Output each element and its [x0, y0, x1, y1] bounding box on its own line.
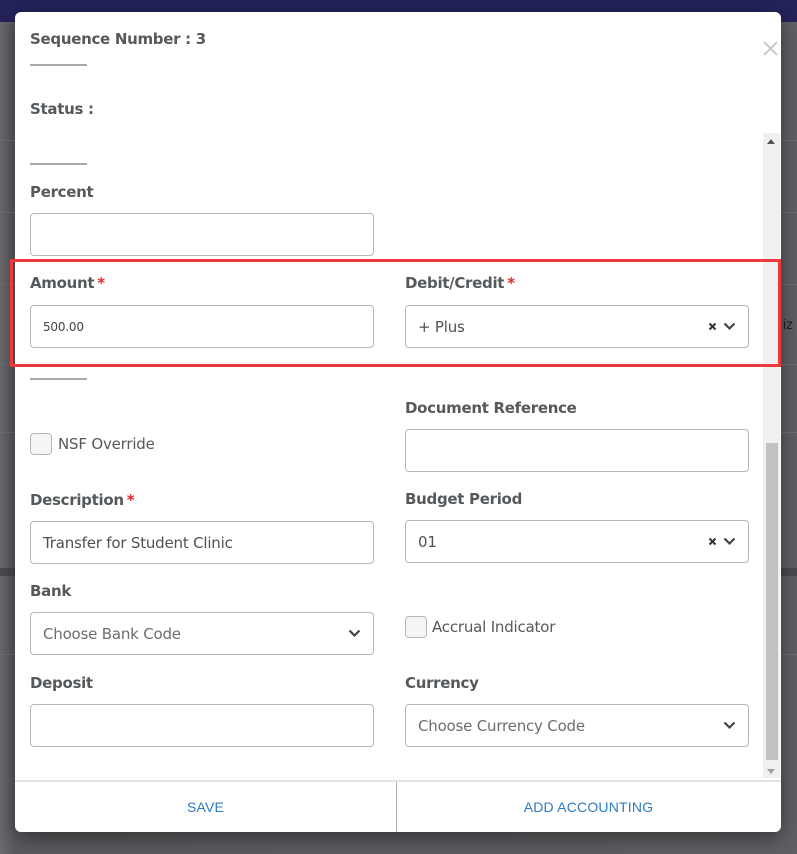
debit-credit-select[interactable]: + Plus [405, 305, 749, 348]
select-icons [708, 521, 736, 562]
chevron-down-icon[interactable] [723, 721, 736, 730]
description-label: Description * [30, 491, 135, 509]
modal-footer: SAVE ADD ACCOUNTING [15, 780, 781, 832]
accrual-indicator-label: Accrual Indicator [432, 618, 556, 636]
select-icons [708, 306, 736, 347]
accrual-indicator-checkbox[interactable] [405, 616, 427, 638]
sequence-modal: Sequence Number : 3 Status : Percent Amo… [15, 12, 781, 832]
chevron-down-icon[interactable] [348, 629, 361, 638]
close-icon [763, 41, 778, 56]
scroll-down-arrow-icon[interactable] [767, 769, 775, 774]
description-label-text: Description [30, 491, 124, 509]
amount-label: Amount * [30, 274, 105, 292]
chevron-down-icon[interactable] [723, 322, 736, 331]
add-accounting-button[interactable]: ADD ACCOUNTING [397, 782, 780, 832]
clear-icon[interactable] [708, 537, 717, 546]
scroll-up-arrow-icon[interactable] [767, 139, 775, 144]
description-input[interactable]: Transfer for Student Clinic [30, 521, 374, 564]
debit-credit-label-text: Debit/Credit [405, 274, 505, 292]
sequence-number-label: Sequence Number : 3 [30, 30, 206, 48]
close-button[interactable] [760, 38, 782, 60]
section-divider [30, 64, 87, 66]
nsf-override-label: NSF Override [58, 435, 155, 453]
amount-label-text: Amount [30, 274, 95, 292]
section-divider [30, 378, 87, 380]
required-asterisk: * [97, 274, 105, 292]
clear-icon[interactable] [708, 322, 717, 331]
nsf-override-checkbox[interactable] [30, 433, 52, 455]
required-asterisk: * [126, 491, 135, 509]
document-reference-label: Document Reference [405, 399, 577, 417]
percent-input[interactable] [30, 213, 374, 256]
chevron-down-icon[interactable] [723, 537, 736, 546]
amount-input[interactable]: 500.00 [30, 305, 374, 348]
deposit-input[interactable] [30, 704, 374, 747]
currency-label: Currency [405, 674, 479, 692]
debit-credit-value: + Plus [418, 317, 465, 336]
select-icons [348, 613, 361, 654]
modal-scrollbar[interactable] [763, 133, 780, 778]
backdrop-partial-text: iz [783, 316, 794, 332]
required-asterisk: * [507, 274, 515, 292]
status-label: Status : [30, 100, 94, 118]
budget-period-label: Budget Period [405, 490, 523, 508]
currency-select[interactable]: Choose Currency Code [405, 704, 749, 747]
budget-period-select[interactable]: 01 [405, 520, 749, 563]
section-divider [30, 163, 87, 165]
document-reference-input[interactable] [405, 429, 749, 472]
bank-label: Bank [30, 582, 72, 600]
bank-placeholder: Choose Bank Code [43, 624, 181, 643]
debit-credit-label: Debit/Credit * [405, 274, 515, 292]
save-button[interactable]: SAVE [15, 782, 397, 832]
scroll-thumb[interactable] [766, 443, 778, 760]
bank-select[interactable]: Choose Bank Code [30, 612, 374, 655]
percent-label: Percent [30, 183, 94, 201]
deposit-label: Deposit [30, 674, 93, 692]
budget-period-value: 01 [418, 532, 437, 551]
select-icons [723, 705, 736, 746]
currency-placeholder: Choose Currency Code [418, 716, 585, 735]
